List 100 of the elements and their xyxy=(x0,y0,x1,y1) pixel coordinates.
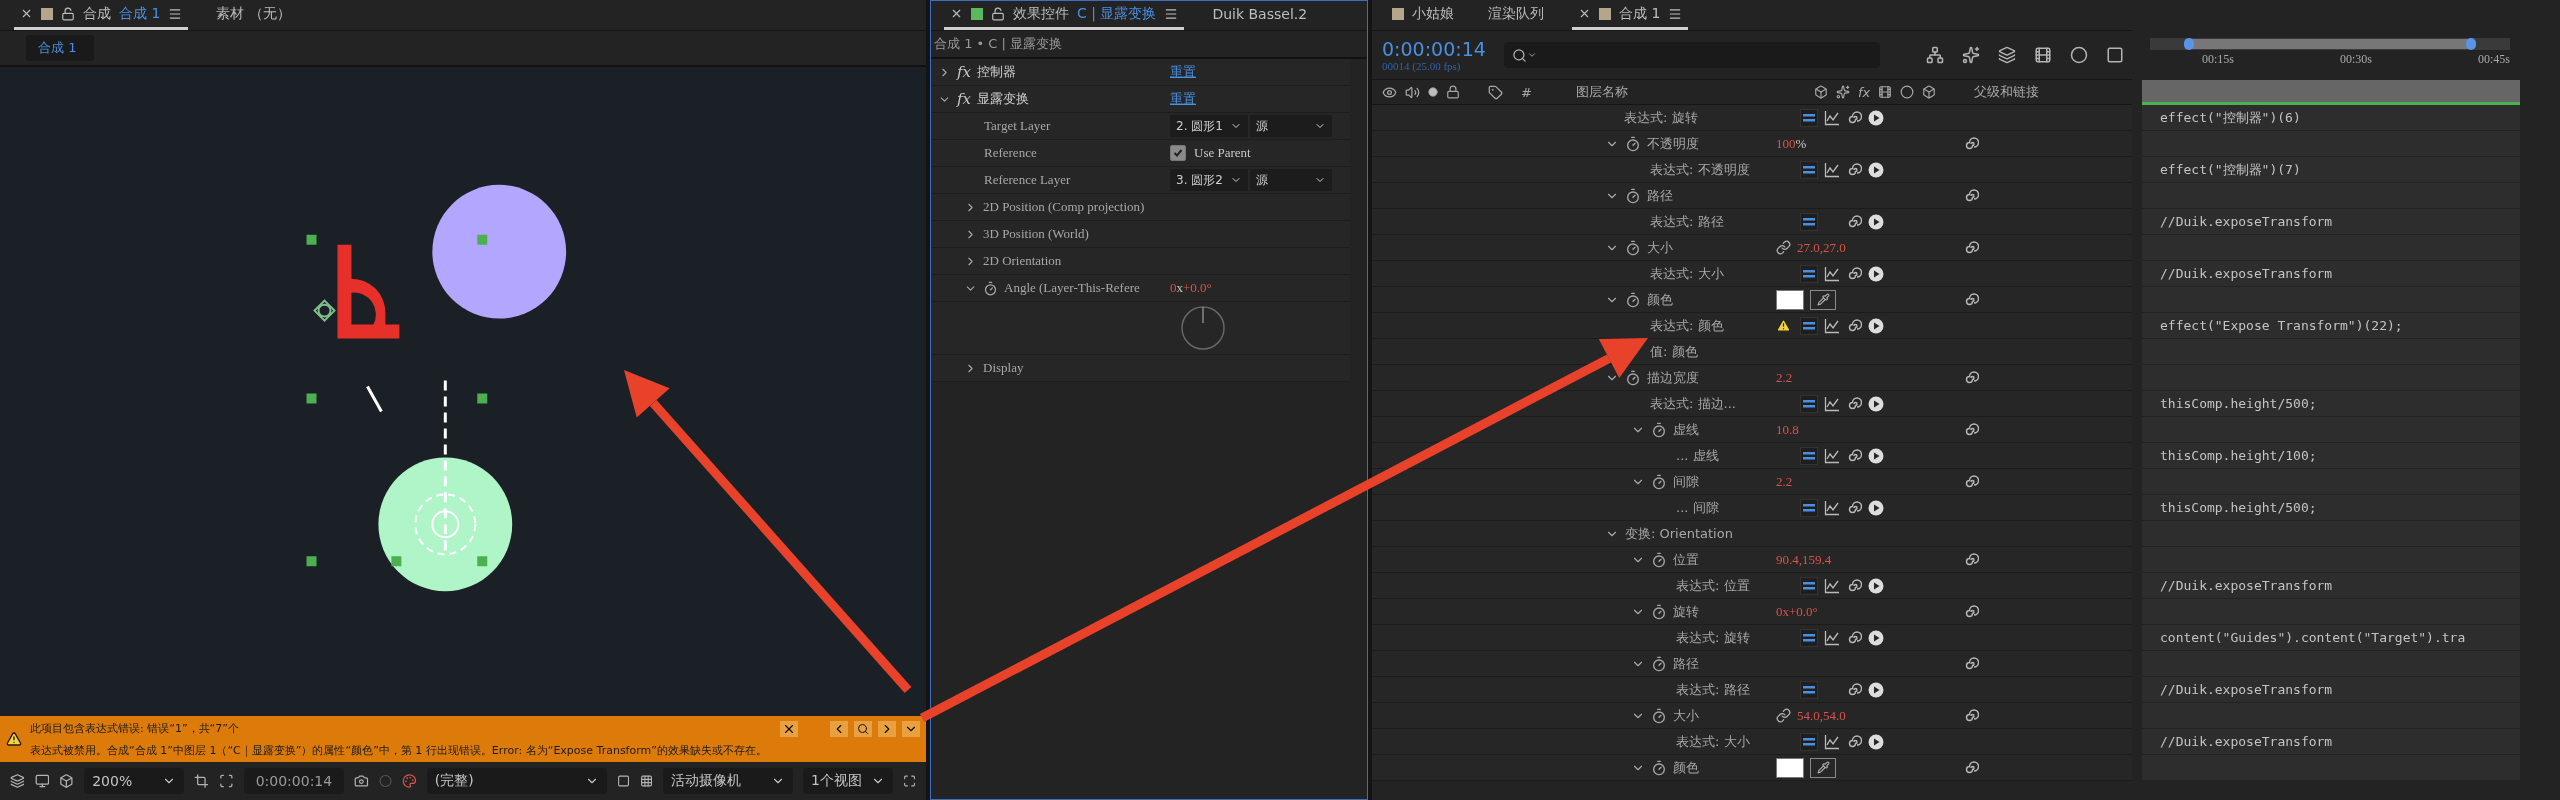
play-icon[interactable] xyxy=(1868,213,1884,230)
menu-icon[interactable] xyxy=(168,6,183,21)
layer-dropdown[interactable]: 2. 圆形1 xyxy=(1170,115,1248,137)
expression-code-row[interactable]: //Duik.exposeTransform xyxy=(2142,677,2520,703)
panel-tab[interactable]: 渲染队列 xyxy=(1482,0,1550,30)
equals-icon[interactable] xyxy=(1800,264,1818,283)
camera-icon[interactable] xyxy=(354,772,369,790)
color-channels-icon[interactable] xyxy=(402,772,417,790)
property-value[interactable]: 2.2 xyxy=(1776,473,1793,490)
previous-button[interactable] xyxy=(830,720,848,737)
property-value[interactable]: 0x+0.0° xyxy=(1776,603,1818,620)
panel-tab[interactable]: 素材 （无） xyxy=(210,0,297,30)
color-swatch[interactable] xyxy=(1776,289,1804,310)
time-navigator[interactable] xyxy=(2150,38,2510,50)
equals-icon[interactable] xyxy=(1800,732,1818,751)
source-dropdown[interactable]: 源 xyxy=(1250,115,1332,137)
label-icon[interactable] xyxy=(1488,84,1503,100)
checkbox[interactable] xyxy=(1170,145,1186,161)
play-icon[interactable] xyxy=(1868,265,1884,282)
current-time[interactable]: 0:00:00:14 xyxy=(1382,38,1486,60)
graph-icon[interactable] xyxy=(1824,317,1840,334)
equals-icon[interactable] xyxy=(1800,108,1818,127)
close-button[interactable] xyxy=(780,720,798,737)
crop-icon[interactable] xyxy=(194,772,209,790)
graph-icon[interactable] xyxy=(1824,265,1840,282)
play-icon[interactable] xyxy=(1868,577,1884,594)
stopwatch-icon[interactable] xyxy=(1651,473,1667,490)
panel-tab[interactable]: Duik Bassel.2 xyxy=(1206,0,1314,30)
transparency-grid-icon[interactable] xyxy=(639,773,653,789)
stopwatch-icon[interactable] xyxy=(983,280,998,296)
range-handle[interactable] xyxy=(2466,38,2476,50)
views-dropdown[interactable]: 1个视图 xyxy=(802,768,893,794)
3d-layer-icon[interactable] xyxy=(1922,85,1937,99)
equals-icon[interactable] xyxy=(1800,680,1818,699)
equals-icon[interactable] xyxy=(1800,446,1818,465)
play-icon[interactable] xyxy=(1868,395,1884,412)
stopwatch-icon[interactable] xyxy=(1651,759,1667,776)
fx-badge[interactable]: fx xyxy=(957,63,971,81)
stopwatch-icon[interactable] xyxy=(1651,603,1667,620)
play-icon[interactable] xyxy=(1868,109,1884,126)
expression-code-row[interactable]: effect("Expose Transform")(22); xyxy=(2142,313,2520,339)
fx-badge[interactable]: fx xyxy=(957,90,971,108)
graph-icon[interactable] xyxy=(1824,577,1840,594)
color-swatch[interactable] xyxy=(1776,757,1804,778)
lock-icon[interactable] xyxy=(61,6,75,21)
panel-tab[interactable]: 合成 1 xyxy=(1572,0,1689,30)
reset-link[interactable]: 重置 xyxy=(1170,90,1196,108)
expression-code-row[interactable]: effect("控制器")(6) xyxy=(2142,105,2520,131)
expression-code-row[interactable]: effect("控制器")(7) xyxy=(2142,157,2520,183)
search-field[interactable] xyxy=(1503,42,1880,68)
menu-icon[interactable] xyxy=(1164,6,1179,21)
eyedropper-button[interactable] xyxy=(1810,289,1836,310)
graph-icon[interactable] xyxy=(1824,629,1840,646)
monitor-icon[interactable] xyxy=(34,772,50,790)
graph-icon[interactable] xyxy=(1824,447,1840,464)
eyedropper-button[interactable] xyxy=(1810,757,1836,778)
close-icon[interactable] xyxy=(20,7,33,20)
equals-icon[interactable] xyxy=(1800,628,1818,647)
expression-code-row[interactable]: //Duik.exposeTransform xyxy=(2142,209,2520,235)
timecode-field[interactable]: 0:00:00:14 xyxy=(243,768,345,794)
search-button[interactable] xyxy=(854,720,872,737)
play-icon[interactable] xyxy=(1868,629,1884,646)
source-dropdown[interactable]: 源 xyxy=(1250,169,1332,191)
play-icon[interactable] xyxy=(1868,317,1884,334)
angle-dial[interactable] xyxy=(1180,305,1226,351)
zoom-dropdown[interactable]: 200% xyxy=(84,768,185,794)
stopwatch-icon[interactable] xyxy=(1625,369,1641,386)
panel-tab[interactable]: 效果控件 C | 显露变换 xyxy=(944,0,1185,30)
layers-icon[interactable] xyxy=(10,772,25,790)
stopwatch-icon[interactable] xyxy=(1625,135,1641,152)
panel-tab[interactable]: 合成 合成 1 xyxy=(14,0,189,30)
lock-icon[interactable] xyxy=(1446,85,1460,99)
expression-code-row[interactable]: //Duik.exposeTransform xyxy=(2142,573,2520,599)
property-row[interactable]: 颜色 xyxy=(1372,755,2132,781)
stopwatch-icon[interactable] xyxy=(1625,291,1641,308)
stopwatch-icon[interactable] xyxy=(1651,551,1667,568)
panel-tab[interactable]: 小姑娘 xyxy=(1386,0,1460,30)
property-value[interactable]: 100% xyxy=(1776,135,1807,152)
play-icon[interactable] xyxy=(1868,447,1884,464)
range-handle[interactable] xyxy=(2184,38,2194,50)
layer-dropdown[interactable]: 3. 圆形2 xyxy=(1170,169,1248,191)
link-icon[interactable] xyxy=(1776,708,1791,723)
flowchart-icon[interactable] xyxy=(1926,46,1944,64)
property-value[interactable]: 2.2 xyxy=(1776,369,1793,386)
lock-icon[interactable] xyxy=(991,6,1005,21)
play-icon[interactable] xyxy=(1868,499,1884,516)
equals-icon[interactable] xyxy=(1800,212,1818,231)
expression-code-row[interactable]: thisComp.height/100; xyxy=(2142,443,2520,469)
close-icon[interactable] xyxy=(1578,7,1591,20)
eye-icon[interactable] xyxy=(1382,84,1397,100)
equals-icon[interactable] xyxy=(1800,316,1818,335)
expression-code-row[interactable]: //Duik.exposeTransform xyxy=(2142,729,2520,755)
equals-icon[interactable] xyxy=(1800,394,1818,413)
stopwatch-icon[interactable] xyxy=(1651,707,1667,724)
property-value[interactable]: 90.4,159.4 xyxy=(1776,551,1832,568)
graph-icon[interactable] xyxy=(1824,499,1840,516)
link-icon[interactable] xyxy=(1776,240,1791,255)
property-row[interactable]: 颜色 xyxy=(1372,287,2132,313)
graph-icon[interactable] xyxy=(1824,161,1840,178)
resolution-dropdown[interactable]: (完整) xyxy=(426,768,607,794)
